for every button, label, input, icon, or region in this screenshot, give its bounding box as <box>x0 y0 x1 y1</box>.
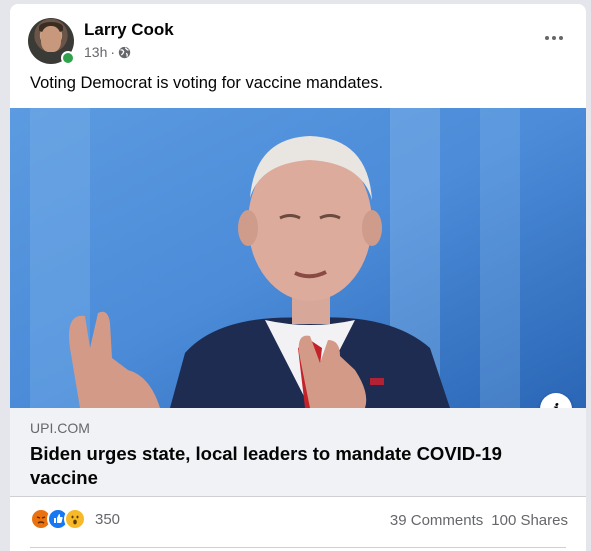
meta-separator: · <box>110 44 116 60</box>
engagement-stats: 39 Comments 100 Shares <box>390 512 568 529</box>
link-preview-footer[interactable]: UPI.COM Biden urges state, local leaders… <box>10 408 586 496</box>
post-header: Larry Cook 13h · <box>28 18 568 66</box>
actions-divider <box>30 547 566 548</box>
wow-reaction-icon <box>64 508 86 530</box>
more-dot-icon <box>552 36 556 40</box>
more-dot-icon <box>559 36 563 40</box>
online-status-dot <box>61 51 75 65</box>
biden-photo-illustration <box>10 108 586 408</box>
author-name[interactable]: Larry Cook <box>84 20 174 40</box>
divider <box>10 496 586 497</box>
post-meta: 13h · <box>84 44 131 60</box>
avatar[interactable] <box>28 18 75 65</box>
reactions-summary[interactable]: 350 <box>30 508 120 530</box>
link-domain: UPI.COM <box>30 420 90 436</box>
more-options-button[interactable] <box>540 28 568 48</box>
reaction-count[interactable]: 350 <box>95 511 120 528</box>
avatar-face <box>41 26 61 52</box>
shares-count-link[interactable]: 100 Shares <box>491 512 568 529</box>
post-card: Larry Cook 13h · Voting Democrat is voti… <box>10 4 586 551</box>
globe-icon[interactable] <box>118 46 131 59</box>
post-text: Voting Democrat is voting for vaccine ma… <box>30 74 384 92</box>
link-headline[interactable]: Biden urges state, local leaders to mand… <box>30 442 550 490</box>
post-time[interactable]: 13h <box>84 44 107 60</box>
link-preview-image[interactable] <box>10 108 586 408</box>
more-dot-icon <box>545 36 549 40</box>
comments-count-link[interactable]: 39 Comments <box>390 512 483 529</box>
